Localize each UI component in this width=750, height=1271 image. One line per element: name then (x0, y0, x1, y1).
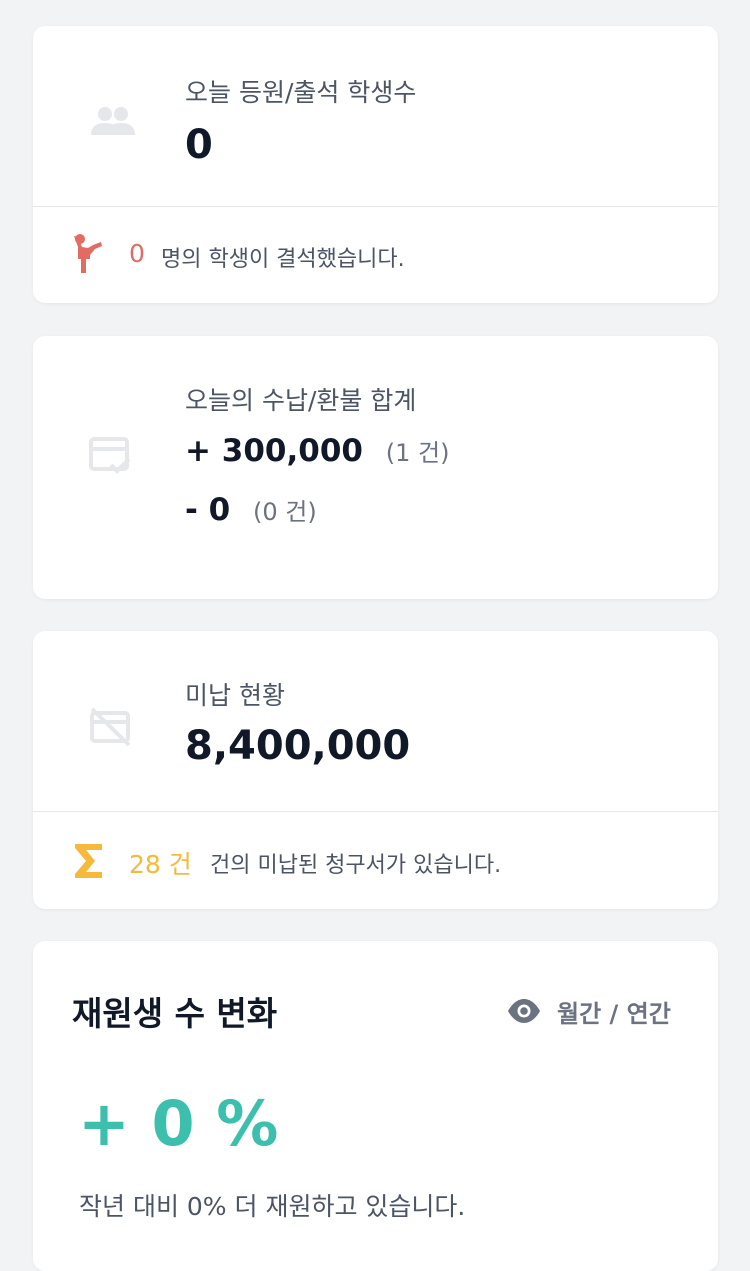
attendance-label: 오늘 등원/출석 학생수 (185, 78, 417, 107)
enrollment-change-card: 재원생 수 변화 월간 / 연간 + 0 % 작년 대비 0% 더 재원하고 있… (33, 941, 718, 1271)
refund-line: - 0 (0 건) (185, 492, 317, 528)
income-line: + 300,000 (1 건) (185, 433, 449, 469)
attendance-value: 0 (185, 122, 213, 168)
payments-card: 오늘의 수납/환불 합계 + 300,000 (1 건) - 0 (0 건) (33, 336, 718, 599)
absent-text: 명의 학생이 결석했습니다. (161, 247, 405, 272)
period-toggle[interactable]: 월간 / 연간 (507, 991, 671, 1031)
bill-count: 28 건 (129, 850, 192, 879)
unpaid-card: 미납 현황 8,400,000 28 건 건의 미납된 청구서가 있습니다. (33, 631, 718, 909)
section-title: 재원생 수 변화 (72, 994, 278, 1033)
payments-label: 오늘의 수납/환불 합계 (185, 386, 417, 415)
person-waving-icon (74, 234, 102, 273)
absent-row[interactable]: 0 명의 학생이 결석했습니다. (33, 207, 718, 301)
eye-icon (508, 999, 540, 1023)
refund-count: (0 건) (253, 498, 317, 526)
absent-count: 0 (129, 239, 145, 268)
people-icon (91, 107, 135, 135)
income-count: (1 건) (385, 439, 450, 467)
change-description: 작년 대비 0% 더 재원하고 있습니다. (79, 1192, 466, 1221)
sigma-icon (75, 844, 102, 878)
unpaid-label: 미납 현황 (185, 681, 285, 710)
income-amount: + 300,000 (185, 433, 363, 469)
unpaid-value: 8,400,000 (185, 723, 411, 769)
bill-text: 건의 미납된 청구서가 있습니다. (210, 853, 502, 878)
change-value: + 0 % (78, 1087, 279, 1160)
card-off-icon (90, 707, 131, 747)
unpaid-bills-row[interactable]: 28 건 건의 미납된 청구서가 있습니다. (33, 812, 718, 909)
toggle-label: 월간 / 연간 (557, 999, 671, 1028)
card-check-icon (89, 437, 131, 474)
refund-amount: - 0 (185, 492, 231, 528)
attendance-card: 오늘 등원/출석 학생수 0 0 명의 학생이 결석했습니다. (33, 26, 718, 303)
